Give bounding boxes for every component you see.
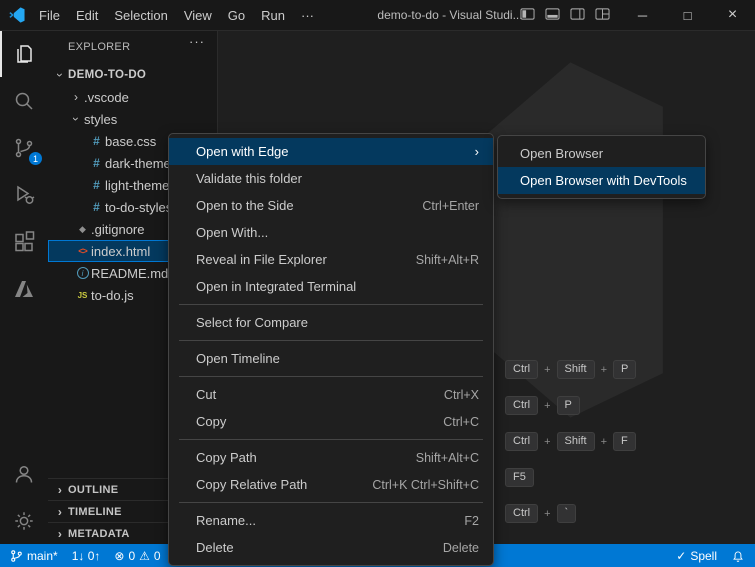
menu-item-open-with-edge[interactable]: Open with Edge ›	[169, 138, 493, 165]
problems-status[interactable]: ⊗ 0 ⚠ 0	[114, 549, 160, 563]
shortcut-hint-goto-file: Ctrl+ P	[505, 396, 580, 415]
js-file-icon: JS	[74, 291, 91, 300]
menu-selection[interactable]: Selection	[106, 5, 175, 26]
check-icon: ✓	[676, 549, 686, 563]
source-control-icon[interactable]: 1	[0, 124, 48, 171]
menu-go[interactable]: Go	[220, 5, 253, 26]
shortcut-hint-terminal: Ctrl+ `	[505, 504, 576, 523]
context-menu: Open with Edge › Validate this folder Op…	[168, 133, 494, 566]
menu-item-open-timeline[interactable]: Open Timeline	[169, 345, 493, 372]
shortcut-hint-debug: F5	[505, 468, 534, 487]
run-debug-icon[interactable]	[0, 171, 48, 218]
activity-bar: 1	[0, 30, 48, 544]
close-button[interactable]: ×	[710, 0, 755, 30]
chevron-down-icon: ›	[53, 67, 67, 83]
menu-item-cut[interactable]: CutCtrl+X	[169, 381, 493, 408]
title-bar: File Edit Selection View Go Run ··· demo…	[0, 0, 755, 31]
extensions-icon[interactable]	[0, 218, 48, 265]
chevron-right-icon: ›	[52, 505, 68, 519]
menu-separator	[179, 439, 483, 440]
menu-view[interactable]: View	[176, 5, 220, 26]
menu-separator	[179, 376, 483, 377]
menu-item-delete[interactable]: DeleteDelete	[169, 534, 493, 561]
menu-item-copy-relative-path[interactable]: Copy Relative PathCtrl+K Ctrl+Shift+C	[169, 471, 493, 498]
submenu-item-open-browser[interactable]: Open Browser	[498, 140, 705, 167]
chevron-down-icon: ›	[69, 111, 83, 127]
chevron-right-icon: ›	[52, 527, 68, 541]
tree-item-root[interactable]: › DEMO-TO-DO	[48, 64, 217, 86]
menu-item-validate-folder[interactable]: Validate this folder	[169, 165, 493, 192]
settings-gear-icon[interactable]	[0, 497, 48, 544]
menu-overflow[interactable]: ···	[293, 5, 322, 26]
vscode-logo-icon	[9, 7, 25, 23]
html-file-icon: <>	[74, 246, 91, 256]
menu-item-copy-path[interactable]: Copy PathShift+Alt+C	[169, 444, 493, 471]
search-icon[interactable]	[0, 77, 48, 124]
explorer-icon[interactable]	[0, 30, 48, 77]
bell-icon	[731, 549, 745, 563]
explorer-more-actions-icon[interactable]: ···	[189, 34, 205, 49]
tree-item-styles[interactable]: › styles	[48, 108, 217, 130]
markdown-file-icon: i	[74, 267, 91, 279]
menu-item-reveal-in-explorer[interactable]: Reveal in File ExplorerShift+Alt+R	[169, 246, 493, 273]
sync-changes-status[interactable]: 1↓ 0↑	[72, 549, 101, 563]
notifications-bell[interactable]	[731, 549, 745, 563]
toggle-panel-icon[interactable]	[545, 7, 560, 24]
branch-icon	[10, 549, 23, 563]
menu-edit[interactable]: Edit	[68, 5, 106, 26]
menu-item-copy[interactable]: CopyCtrl+C	[169, 408, 493, 435]
azure-icon[interactable]	[0, 265, 48, 312]
git-file-icon: ◆	[74, 224, 91, 235]
css-file-icon: #	[88, 200, 105, 214]
css-file-icon: #	[88, 134, 105, 148]
menu-item-open-in-terminal[interactable]: Open in Integrated Terminal	[169, 273, 493, 300]
customize-layout-icon[interactable]	[595, 7, 610, 24]
open-with-edge-submenu: Open Browser Open Browser with DevTools	[497, 135, 706, 199]
menu-separator	[179, 502, 483, 503]
git-branch-status[interactable]: main*	[10, 549, 58, 563]
menu-item-open-to-side[interactable]: Open to the SideCtrl+Enter	[169, 192, 493, 219]
menu-run[interactable]: Run	[253, 5, 293, 26]
explorer-header: EXPLORER	[48, 41, 130, 53]
error-icon: ⊗	[114, 549, 124, 563]
toggle-sidebar-icon[interactable]	[520, 7, 535, 24]
accounts-icon[interactable]	[0, 450, 48, 497]
spell-checker-status[interactable]: ✓ Spell	[676, 549, 717, 563]
scm-badge: 1	[28, 151, 43, 166]
minimize-button[interactable]: ─	[620, 0, 665, 30]
maximize-button[interactable]: □	[665, 0, 710, 30]
tree-item-vscode[interactable]: › .vscode	[48, 86, 217, 108]
submenu-item-open-browser-devtools[interactable]: Open Browser with DevTools	[498, 167, 705, 194]
submenu-arrow-icon: ›	[475, 144, 479, 159]
menu-item-rename[interactable]: Rename...F2	[169, 507, 493, 534]
css-file-icon: #	[88, 178, 105, 192]
shortcut-hint-commands: Ctrl+ Shift+ P	[505, 360, 636, 379]
chevron-right-icon: ›	[52, 483, 68, 497]
menu-item-open-with[interactable]: Open With...	[169, 219, 493, 246]
shortcut-hint-find-in-files: Ctrl+ Shift+ F	[505, 432, 636, 451]
css-file-icon: #	[88, 156, 105, 170]
warning-icon: ⚠	[139, 549, 150, 563]
chevron-right-icon: ›	[68, 90, 84, 104]
menu-separator	[179, 304, 483, 305]
menu-file[interactable]: File	[31, 5, 68, 26]
vscode-window: { "title_bar": { "menus": ["File", "Edit…	[0, 0, 755, 567]
menu-item-select-for-compare[interactable]: Select for Compare	[169, 309, 493, 336]
menu-separator	[179, 340, 483, 341]
toggle-secondary-sidebar-icon[interactable]	[570, 7, 585, 24]
